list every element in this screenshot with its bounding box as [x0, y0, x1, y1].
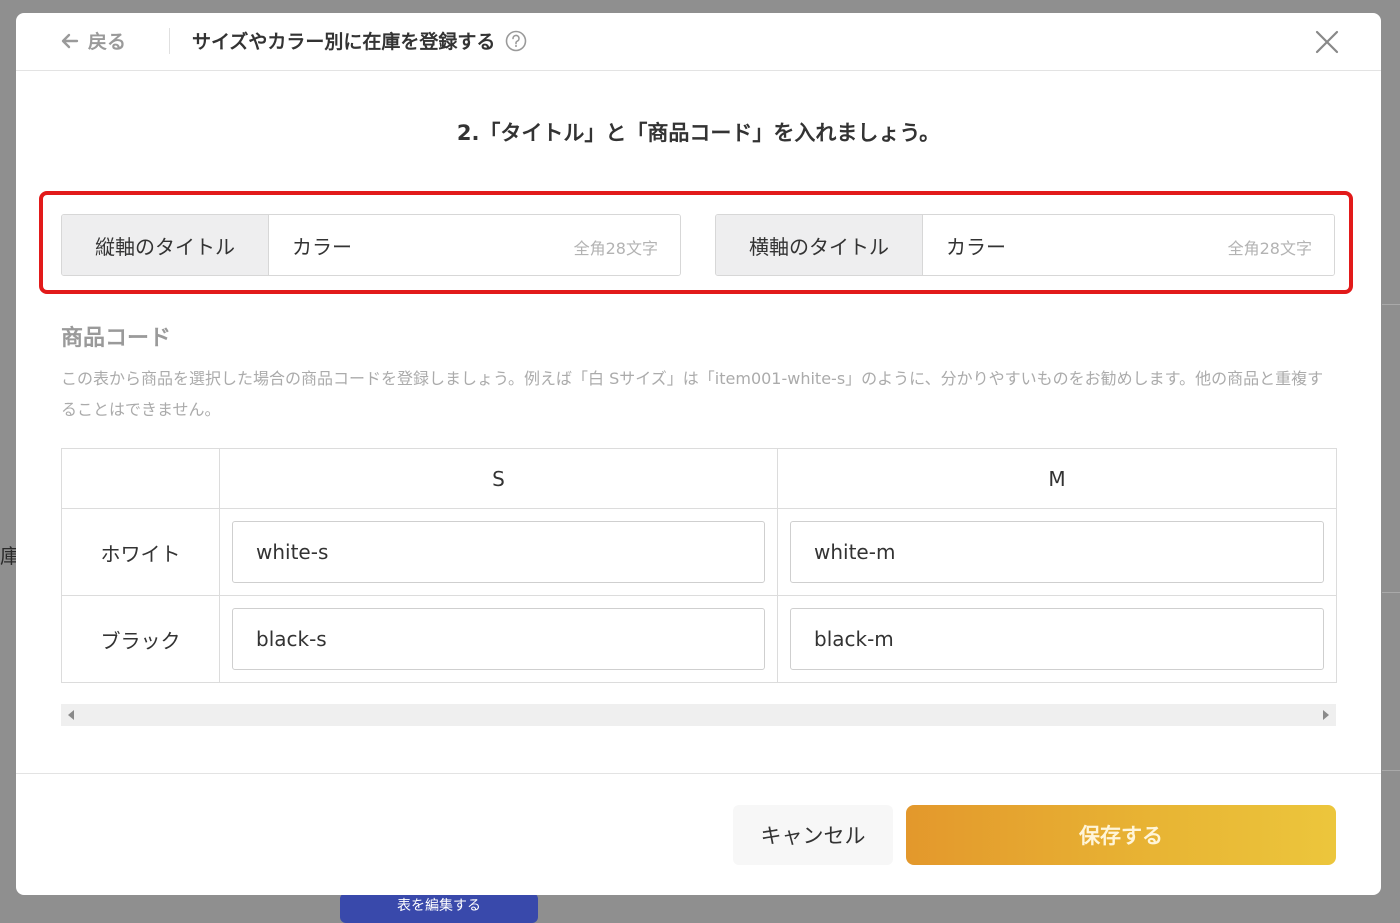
vertical-axis-title-label: 縦軸のタイトル — [62, 215, 269, 275]
column-header-m: M — [777, 448, 1337, 509]
product-code-description: この表から商品を選択した場合の商品コードを登録しましょう。例えば「白 Sサイズ」… — [61, 369, 1324, 419]
vertical-axis-char-limit: 全角28文字 — [573, 239, 658, 258]
scroll-right-arrow-icon[interactable] — [1323, 710, 1329, 720]
row-label-white: ホワイト — [61, 508, 220, 596]
code-input-white-s[interactable] — [232, 521, 765, 583]
close-icon[interactable] — [1314, 29, 1340, 55]
table-cell — [777, 595, 1337, 683]
header-divider — [169, 28, 170, 54]
vertical-axis-title-field: 縦軸のタイトル 全角28文字 — [61, 214, 681, 276]
background-divider — [1382, 304, 1400, 305]
horizontal-axis-title-label: 横軸のタイトル — [716, 215, 923, 275]
table-cell — [219, 595, 778, 683]
code-input-black-s[interactable] — [232, 608, 765, 670]
product-code-heading: 商品コード — [61, 326, 172, 351]
table-corner-cell — [61, 448, 220, 509]
table-row: ホワイト — [61, 508, 1337, 596]
scroll-left-arrow-icon[interactable] — [68, 710, 74, 720]
modal-title: サイズやカラー別に在庫を登録する — [192, 27, 527, 54]
arrow-left-icon — [61, 33, 79, 48]
back-button-label: 戻る — [88, 31, 127, 53]
horizontal-axis-title-field: 横軸のタイトル 全角28文字 — [715, 214, 1335, 276]
variant-registration-modal: 戻る サイズやカラー別に在庫を登録する 2.「タイトル」と「商品コード」を入れま… — [16, 13, 1381, 895]
table-cell — [777, 508, 1337, 596]
code-input-black-m[interactable] — [790, 608, 1324, 670]
horizontal-scrollbar[interactable] — [61, 704, 1336, 726]
horizontal-axis-char-limit: 全角28文字 — [1227, 239, 1312, 258]
step-instruction: 2.「タイトル」と「商品コード」を入れましょう。 — [456, 121, 941, 145]
help-icon[interactable] — [505, 30, 527, 52]
footer-divider — [16, 773, 1381, 774]
background-divider — [1382, 592, 1400, 593]
column-header-s: S — [219, 448, 778, 509]
cancel-button[interactable]: キャンセル — [733, 805, 893, 865]
background-edit-table-button: 表を編集する — [340, 893, 538, 923]
table-row: ブラック — [61, 595, 1337, 683]
table-cell — [219, 508, 778, 596]
code-input-white-m[interactable] — [790, 521, 1324, 583]
modal-header: 戻る サイズやカラー別に在庫を登録する — [16, 13, 1381, 71]
modal-title-text: サイズやカラー別に在庫を登録する — [192, 31, 496, 53]
vertical-axis-title-input-wrap: 全角28文字 — [269, 215, 680, 275]
back-button[interactable]: 戻る — [60, 27, 126, 54]
row-label-black: ブラック — [61, 595, 220, 683]
horizontal-axis-title-input-wrap: 全角28文字 — [923, 215, 1334, 275]
background-divider — [1382, 770, 1400, 771]
product-code-table: S M ホワイト ブラック — [61, 448, 1337, 683]
save-button[interactable]: 保存する — [906, 805, 1336, 865]
table-header-row: S M — [61, 448, 1337, 509]
